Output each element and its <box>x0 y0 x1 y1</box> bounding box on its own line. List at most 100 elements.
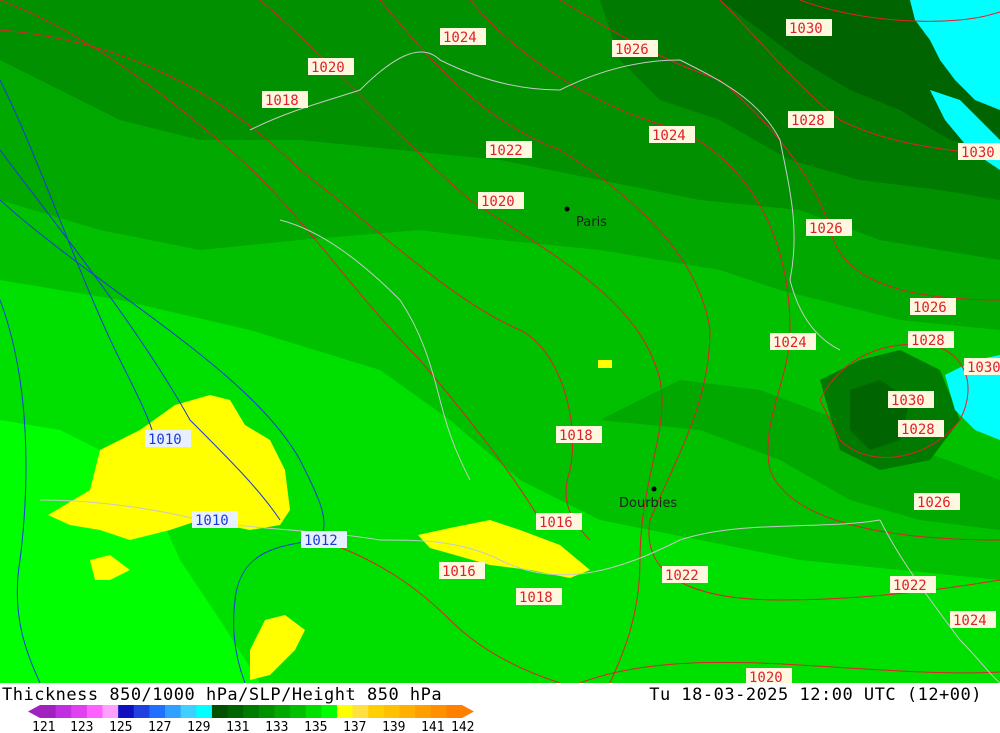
svg-text:1024: 1024 <box>773 335 807 351</box>
svg-text:1026: 1026 <box>913 300 947 316</box>
legend-swatch <box>446 705 463 718</box>
isobar-label: 1022 <box>662 566 708 584</box>
isobar-label: 1026 <box>806 219 852 237</box>
legend-swatch <box>118 705 135 718</box>
legend-swatch <box>305 705 322 718</box>
city-label-paris: Paris <box>576 215 607 230</box>
svg-text:1028: 1028 <box>901 422 935 438</box>
legend-swatch <box>40 705 57 718</box>
legend-tick-label: 131 <box>226 720 249 733</box>
legend-tick-label: 137 <box>343 720 366 733</box>
legend-tick-label: 135 <box>304 720 327 733</box>
isobar-label-blue: 1010 <box>145 430 191 448</box>
isobar-label: 1018 <box>516 588 562 606</box>
legend-swatch <box>415 705 432 718</box>
legend-swatch <box>352 705 369 718</box>
svg-text:1016: 1016 <box>539 515 573 531</box>
legend-swatch <box>399 705 416 718</box>
svg-text:1020: 1020 <box>481 194 515 210</box>
isobar-label: 1024 <box>649 126 695 144</box>
svg-text:1030: 1030 <box>891 393 925 409</box>
legend-tick-label: 123 <box>70 720 93 733</box>
svg-text:1024: 1024 <box>953 613 987 629</box>
legend-tick-label: 125 <box>109 720 132 733</box>
legend-swatch <box>336 705 354 718</box>
svg-text:1018: 1018 <box>519 590 553 606</box>
svg-text:1028: 1028 <box>911 333 945 349</box>
isobar-label: 1026 <box>612 40 658 58</box>
isobar-label: 1030 <box>958 143 1000 161</box>
legend-swatch <box>258 705 275 718</box>
legend-swatch <box>180 705 197 718</box>
warm-patch-dot <box>598 360 612 368</box>
svg-text:1010: 1010 <box>195 513 229 529</box>
legend-tick-label: 127 <box>148 720 171 733</box>
isobar-label: 1022 <box>486 141 532 159</box>
isobar-label-blue: 1012 <box>301 531 347 549</box>
legend-swatch <box>149 705 166 718</box>
isobar-label-blue: 1010 <box>192 511 238 529</box>
isobar-label: 1024 <box>770 333 816 351</box>
legend-ticks: 121 123 125 127 129 131 133 135 137 139 141 142 <box>32 720 474 733</box>
svg-text:1018: 1018 <box>265 93 299 109</box>
legend-swatch <box>133 705 150 718</box>
legend-swatch <box>243 705 260 718</box>
legend-swatch <box>102 705 119 718</box>
isobar-label: 1028 <box>908 331 954 349</box>
legend-tick-label: 133 <box>265 720 288 733</box>
isobar-label: 1026 <box>910 298 956 316</box>
isobar-label: 1020 <box>478 192 524 210</box>
svg-text:1028: 1028 <box>791 113 825 129</box>
svg-text:1024: 1024 <box>652 128 686 144</box>
city-label-dourbies: Dourbies <box>619 496 677 511</box>
legend-tick-label: 129 <box>187 720 210 733</box>
map-timestamp: Tu 18-03-2025 12:00 UTC (12+00) <box>649 685 982 705</box>
legend-swatch <box>211 705 229 718</box>
isobar-label: 1024 <box>950 611 996 629</box>
isobar-label: 1028 <box>788 111 834 129</box>
legend-swatch <box>196 705 213 718</box>
svg-text:1026: 1026 <box>917 495 951 511</box>
legend-swatch <box>274 705 291 718</box>
legend-swatch <box>368 705 385 718</box>
svg-text:1020: 1020 <box>749 670 783 683</box>
svg-text:1020: 1020 <box>311 60 345 76</box>
city-dot-paris <box>564 206 570 212</box>
svg-text:1012: 1012 <box>304 533 338 549</box>
svg-text:1026: 1026 <box>809 221 843 237</box>
legend-arrow-left <box>28 705 40 718</box>
legend-swatch <box>165 705 182 718</box>
legend-tick-label: 141 <box>421 720 444 733</box>
isobar-label: 1028 <box>898 420 944 438</box>
isobar-label: 1030 <box>786 19 832 37</box>
legend-swatch <box>290 705 307 718</box>
isobar-label: 1024 <box>440 28 486 46</box>
svg-text:1030: 1030 <box>789 21 823 37</box>
legend-swatch <box>55 705 72 718</box>
legend-arrow-right <box>462 705 474 718</box>
isobar-label: 1016 <box>439 562 485 580</box>
svg-text:1010: 1010 <box>148 432 182 448</box>
isobar-label: 1026 <box>914 493 960 511</box>
svg-text:1018: 1018 <box>559 428 593 444</box>
map-area: Paris Dourbies 1024 1026 1030 1020 1018 … <box>0 0 1000 683</box>
isobar-label: 1018 <box>556 426 602 444</box>
svg-text:1024: 1024 <box>443 30 477 46</box>
thickness-map: Paris Dourbies 1024 1026 1030 1020 1018 … <box>0 0 1000 683</box>
svg-text:1030: 1030 <box>961 145 995 161</box>
isobar-label: 1030 <box>964 358 1000 376</box>
isobar-label: 1020 <box>308 58 354 76</box>
legend-tick-label: 139 <box>382 720 405 733</box>
svg-text:1022: 1022 <box>893 578 927 594</box>
isobar-label: 1020 <box>746 668 792 683</box>
isobar-label: 1022 <box>890 576 936 594</box>
legend-bar <box>28 705 474 718</box>
isobar-label: 1030 <box>888 391 934 409</box>
svg-text:1016: 1016 <box>442 564 476 580</box>
city-dot-dourbies <box>651 486 657 492</box>
legend-tick-label: 121 <box>32 720 55 733</box>
map-title: Thickness 850/1000 hPa/SLP/Height 850 hP… <box>2 685 443 705</box>
svg-text:1030: 1030 <box>967 360 1000 376</box>
legend-swatch <box>71 705 88 718</box>
legend-swatch <box>383 705 400 718</box>
